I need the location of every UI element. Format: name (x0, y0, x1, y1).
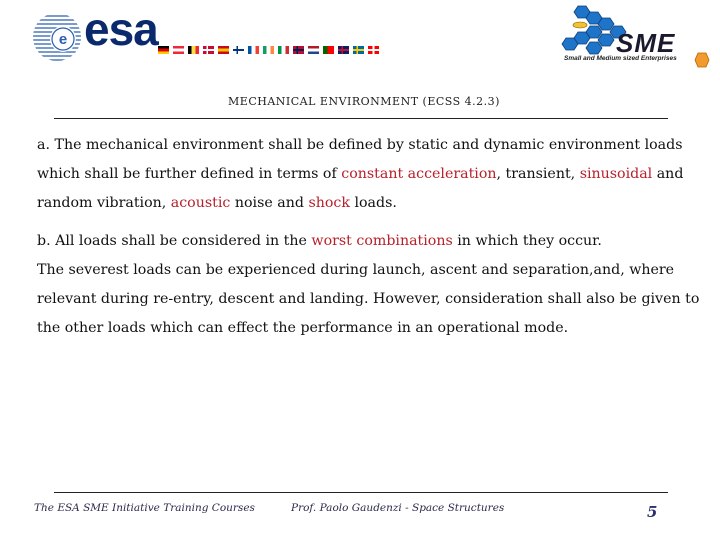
flag-finland-icon (233, 46, 244, 54)
esa-logo: e esa (30, 3, 410, 64)
highlight-constant-acceleration: constant acceleration (341, 166, 497, 182)
esa-wordmark: esa (84, 3, 159, 55)
sme-logo: SME Small and Medium sized Enterprises (560, 4, 710, 70)
svg-text:e: e (59, 31, 67, 48)
flag-denmark-icon (203, 46, 214, 54)
flag-portugal-icon (323, 46, 334, 54)
flag-netherlands-icon (308, 46, 319, 54)
para-a-text-2: , transient, (496, 166, 580, 182)
paragraph-a: a. The mechanical environment shall be d… (37, 131, 712, 218)
highlight-shock: shock (308, 195, 350, 211)
paragraph-b: b. All loads shall be considered in the … (37, 227, 712, 343)
title-divider (54, 118, 668, 119)
flag-united-kingdom-icon (338, 46, 349, 54)
flag-belgium-icon (188, 46, 199, 54)
para-a-text-4: noise and (230, 195, 309, 211)
para-b-text-2: in which they occur. (452, 233, 602, 249)
flag-germany-icon (158, 46, 169, 54)
orange-hexagon-icon (694, 52, 710, 68)
flag-sweden-icon (353, 46, 364, 54)
flag-switzerland-icon (368, 46, 379, 54)
para-b-text-1: b. All loads shall be considered in the (37, 233, 312, 249)
flag-ireland-icon (263, 46, 274, 54)
footer-course-title: The ESA SME Initiative Training Courses (34, 502, 255, 514)
flag-france-icon (248, 46, 259, 54)
highlight-worst-combinations: worst combinations (311, 233, 453, 249)
page-number: 5 (647, 503, 658, 521)
flag-austria-icon (173, 46, 184, 54)
para-a-text-5: loads. (349, 195, 397, 211)
esa-emblem-icon: e (33, 15, 81, 61)
member-flags (158, 46, 379, 54)
para-b-text-3: The severest loads can be experienced du… (37, 262, 700, 336)
flag-norway-icon (293, 46, 304, 54)
sme-subtitle: Small and Medium sized Enterprises (564, 55, 677, 62)
footer-divider (54, 492, 668, 493)
flag-italy-icon (278, 46, 289, 54)
flag-spain-icon (218, 46, 229, 54)
highlight-sinusoidal: sinusoidal (579, 166, 653, 182)
highlight-acoustic: acoustic (170, 195, 231, 211)
slide-title: MECHANICAL ENVIRONMENT (ECSS 4.2.3) (228, 95, 500, 108)
footer-author: Prof. Paolo Gaudenzi - Space Structures (291, 502, 505, 514)
